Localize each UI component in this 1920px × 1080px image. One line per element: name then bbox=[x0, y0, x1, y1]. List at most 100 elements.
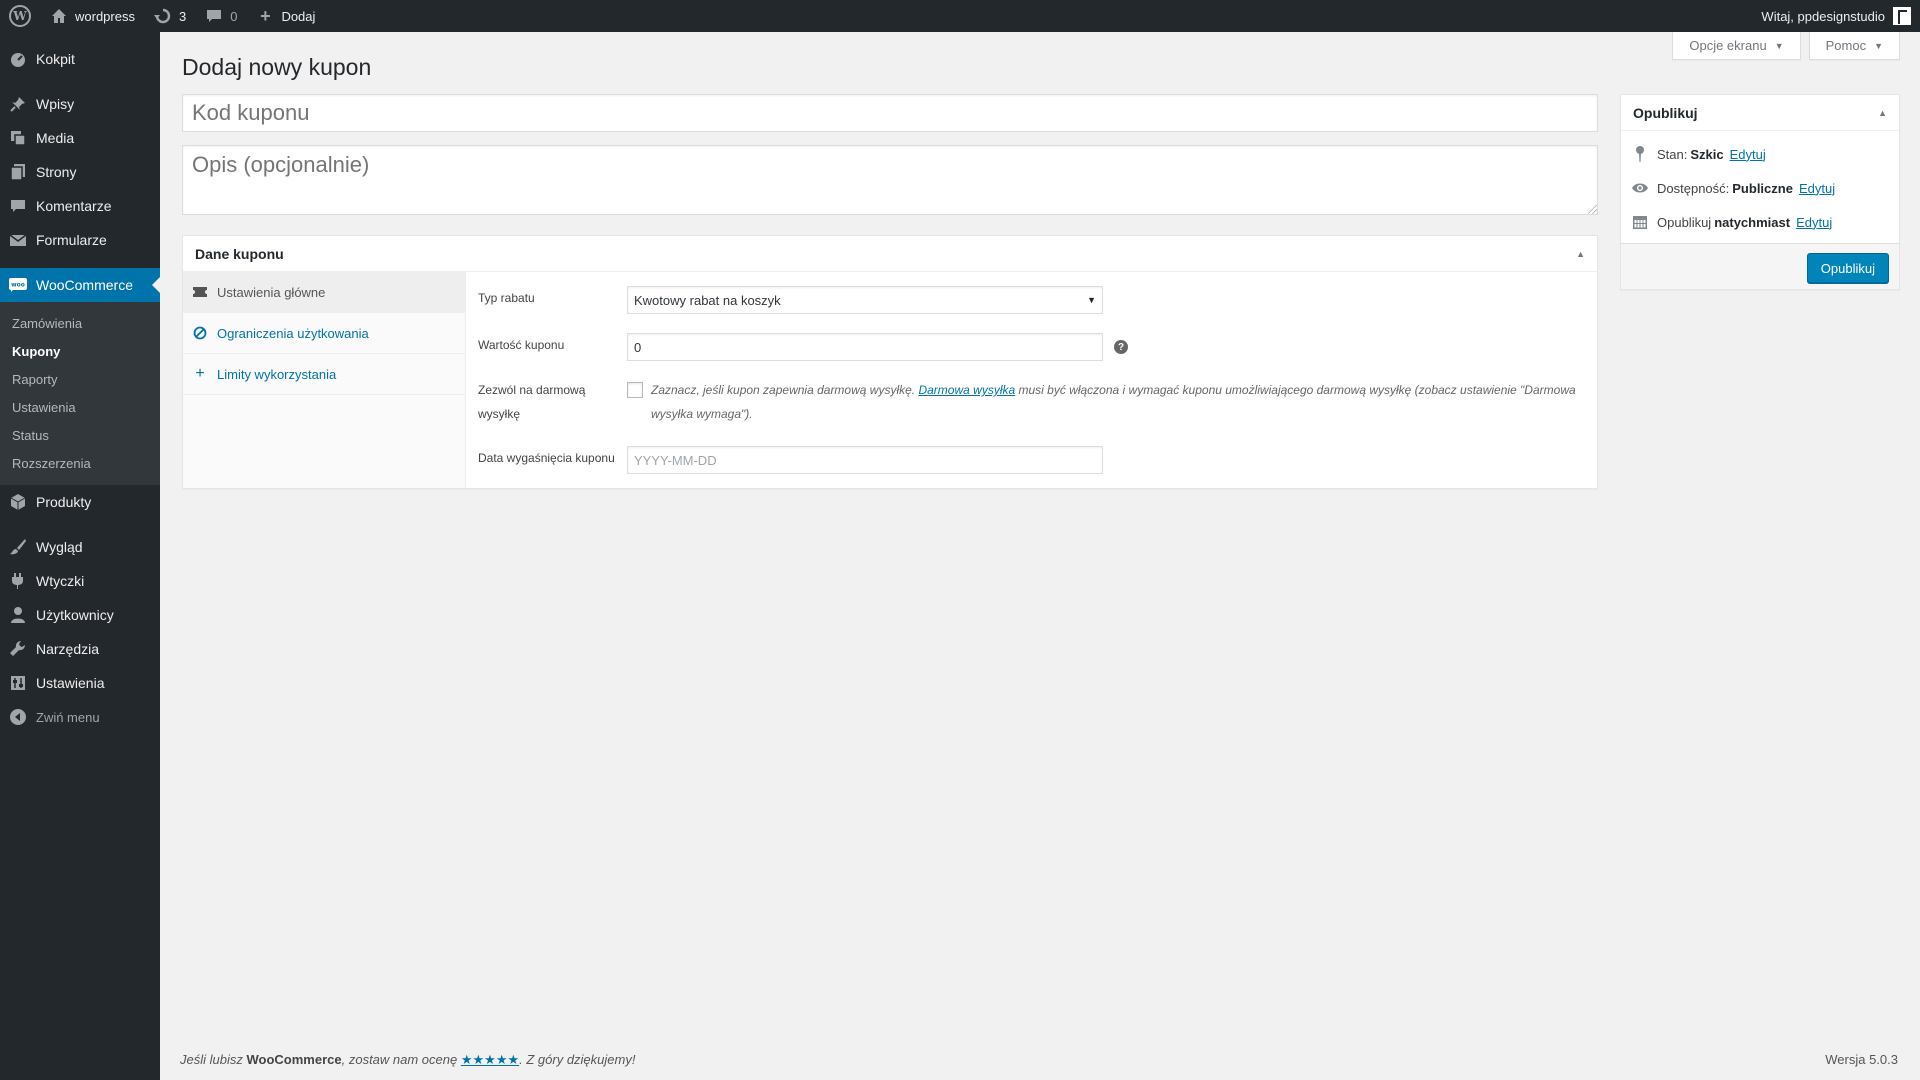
sidebar-item-label: Użytkownicy bbox=[36, 607, 114, 623]
new-content-link[interactable]: + Dodaj bbox=[246, 0, 324, 32]
site-name: wordpress bbox=[75, 8, 135, 24]
collapse-arrow-icon bbox=[8, 707, 28, 727]
tab-usage-restriction[interactable]: Ograniczenia użytkowania bbox=[183, 313, 465, 354]
screen-meta-links: Opcje ekranu ▼ Pomoc ▼ bbox=[1672, 32, 1900, 60]
edit-schedule-link[interactable]: Edytuj bbox=[1796, 215, 1832, 230]
user-icon bbox=[8, 605, 28, 625]
submenu-item-status[interactable]: Status bbox=[0, 421, 160, 449]
coupon-description-textarea[interactable] bbox=[182, 145, 1598, 215]
schedule-label: Opublikuj bbox=[1657, 214, 1712, 230]
field-label: Typ rabatu bbox=[478, 291, 535, 305]
sidebar-item-wyglad[interactable]: Wygląd bbox=[0, 530, 160, 564]
sidebar-item-formularze[interactable]: Formularze bbox=[0, 223, 160, 257]
submenu-item-ustawienia[interactable]: Ustawienia bbox=[0, 393, 160, 421]
ticket-icon bbox=[193, 285, 207, 299]
home-icon bbox=[49, 6, 69, 26]
sidebar-item-strony[interactable]: Strony bbox=[0, 155, 160, 189]
coupon-code-input[interactable] bbox=[182, 94, 1598, 132]
tab-label: Ograniczenia użytkowania bbox=[217, 325, 369, 341]
box-icon bbox=[8, 492, 28, 512]
free-shipping-checkbox[interactable] bbox=[627, 382, 643, 398]
site-name-link[interactable]: wordpress bbox=[40, 0, 144, 32]
tab-general[interactable]: Ustawienia główne bbox=[183, 272, 465, 313]
settings-icon bbox=[8, 673, 28, 693]
sidebar-item-produkty[interactable]: Produkty bbox=[0, 485, 160, 519]
sidebar-item-wpisy[interactable]: Wpisy bbox=[0, 87, 160, 121]
sidebar-item-label: Formularze bbox=[36, 232, 107, 248]
restriction-icon bbox=[193, 326, 207, 340]
sidebar-item-label: Kokpit bbox=[36, 51, 75, 67]
tab-usage-limits[interactable]: + Limity wykorzystania bbox=[183, 354, 465, 395]
description-text: Zaznacz, jeśli kupon zapewnia darmową wy… bbox=[651, 383, 916, 397]
sidebar-item-ustawienia[interactable]: Ustawienia bbox=[0, 666, 160, 700]
sidebar-item-media[interactable]: Media bbox=[0, 121, 160, 155]
rating-stars-link[interactable]: ★★★★★ bbox=[461, 1052, 519, 1067]
help-button[interactable]: Pomoc ▼ bbox=[1808, 32, 1900, 60]
caret-down-icon: ▼ bbox=[1874, 40, 1883, 51]
sidebar-item-label: Media bbox=[36, 130, 75, 146]
caret-down-icon: ▼ bbox=[1774, 40, 1784, 51]
brush-icon bbox=[8, 537, 28, 557]
edit-visibility-link[interactable]: Edytuj bbox=[1799, 181, 1835, 196]
edit-status-link[interactable]: Edytuj bbox=[1730, 147, 1766, 162]
tab-label: Limity wykorzystania bbox=[217, 366, 337, 382]
publish-status-row: Stan: Szkic Edytuj bbox=[1621, 137, 1899, 171]
coupon-data-header[interactable]: Dane kuponu ▲ bbox=[183, 236, 1597, 272]
sidebar-item-label: Komentarze bbox=[36, 198, 112, 214]
comments-count: 0 bbox=[230, 8, 238, 24]
comment-icon bbox=[8, 196, 28, 216]
wrench-icon bbox=[8, 639, 28, 659]
updates-icon bbox=[153, 6, 173, 26]
screen-options-label: Opcje ekranu bbox=[1689, 38, 1767, 53]
footer-text: . Z góry dziękujemy! bbox=[519, 1052, 636, 1067]
submenu-item-kupony[interactable]: Kupony bbox=[0, 337, 160, 365]
free-shipping-link[interactable]: Darmowa wysyłka bbox=[918, 383, 1015, 397]
footer-text: , zostaw nam ocenę bbox=[341, 1052, 458, 1067]
submenu-item-rozszerzenia[interactable]: Rozszerzenia bbox=[0, 449, 160, 477]
publish-button[interactable]: Opublikuj bbox=[1806, 253, 1889, 283]
help-tip-icon[interactable]: ? bbox=[1114, 340, 1128, 354]
sidebar-item-komentarze[interactable]: Komentarze bbox=[0, 189, 160, 223]
publish-header[interactable]: Opublikuj ▲ bbox=[1621, 95, 1899, 131]
sidebar-item-narzedzia[interactable]: Narzędzia bbox=[0, 632, 160, 666]
collapse-menu-button[interactable]: Zwiń menu bbox=[0, 700, 160, 734]
submenu-item-zamowienia[interactable]: Zamówienia bbox=[0, 309, 160, 337]
comments-link[interactable]: 0 bbox=[195, 0, 246, 32]
eye-icon bbox=[1631, 179, 1649, 197]
schedule-value: natychmiast bbox=[1714, 214, 1791, 230]
woocommerce-submenu: Zamówienia Kupony Raporty Ustawienia Sta… bbox=[0, 302, 160, 485]
updates-count: 3 bbox=[178, 8, 187, 24]
status-label: Stan: bbox=[1657, 146, 1688, 162]
discount-type-field: Typ rabatu bbox=[478, 286, 628, 310]
sidebar-item-woocommerce[interactable]: woo WooCommerce bbox=[0, 268, 160, 302]
sidebar-item-uzytkownicy[interactable]: Użytkownicy bbox=[0, 598, 160, 632]
pin-icon bbox=[8, 94, 28, 114]
updates-link[interactable]: 3 bbox=[144, 0, 195, 32]
status-value: Szkic bbox=[1690, 146, 1724, 162]
footer-brand: WooCommerce bbox=[246, 1052, 342, 1067]
sidebar-item-kokpit[interactable]: Kokpit bbox=[0, 42, 160, 76]
submenu-item-raporty[interactable]: Raporty bbox=[0, 365, 160, 393]
sidebar-item-label: Wpisy bbox=[36, 96, 75, 112]
select-arrow-icon: ▼ bbox=[1087, 295, 1096, 305]
media-icon bbox=[8, 128, 28, 148]
sidebar-item-label: Strony bbox=[36, 164, 77, 180]
coupon-amount-input[interactable]: 0 bbox=[627, 333, 1103, 361]
discount-type-select[interactable]: Kwotowy rabat na koszyk ▼ bbox=[627, 286, 1103, 314]
field-label: Data wygaśnięcia kuponu bbox=[478, 451, 615, 465]
screen-options-button[interactable]: Opcje ekranu ▼ bbox=[1672, 32, 1801, 60]
my-account-link[interactable]: Witaj, ppdesignstudio bbox=[1752, 0, 1920, 32]
expiry-date-input[interactable]: YYYY-MM-DD bbox=[627, 446, 1103, 474]
collapse-toggle-icon[interactable]: ▲ bbox=[1576, 249, 1585, 259]
publish-actions: Opublikuj bbox=[1621, 243, 1899, 289]
add-label: Dodaj bbox=[281, 8, 316, 24]
textarea-resize-handle[interactable] bbox=[1588, 205, 1597, 214]
sidebar-item-wtyczki[interactable]: Wtyczki bbox=[0, 564, 160, 598]
visibility-label: Dostępność: bbox=[1657, 180, 1730, 196]
field-label: Wartość kuponu bbox=[478, 338, 565, 352]
plugin-icon bbox=[8, 571, 28, 591]
wp-logo-menu[interactable]: W bbox=[0, 0, 40, 32]
collapse-toggle-icon[interactable]: ▲ bbox=[1878, 108, 1887, 118]
general-panel: Typ rabatu Kwotowy rabat na koszyk ▼ War… bbox=[466, 272, 1597, 488]
publish-visibility-row: Dostępność: Publiczne Edytuj bbox=[1621, 171, 1899, 205]
